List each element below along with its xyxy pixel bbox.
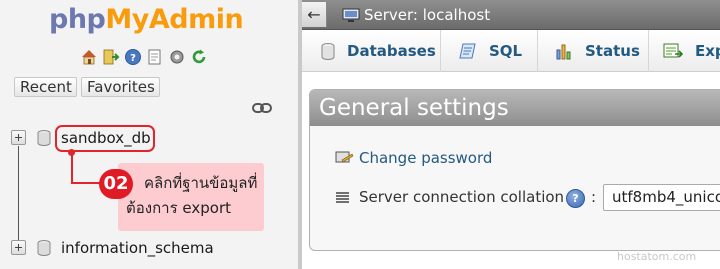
database-icon (37, 240, 51, 256)
tree-connector (18, 146, 19, 246)
nav-toolbar: ? (80, 48, 208, 68)
main-panel: ← Server: localhost Databases SQL Status… (302, 0, 720, 269)
settings-icon[interactable] (168, 48, 186, 66)
label-separator: : (591, 188, 597, 206)
callout-connector (71, 151, 73, 184)
tab-label: SQL (489, 42, 523, 60)
home-icon[interactable] (80, 48, 98, 66)
database-icon (321, 42, 335, 60)
status-chart-icon (556, 44, 571, 60)
docs-icon[interactable] (146, 48, 164, 66)
tab-export[interactable]: Exp (649, 30, 720, 72)
database-information-schema[interactable]: information_schema (61, 239, 214, 257)
change-password-link[interactable]: Change password (359, 148, 492, 168)
annotation-text: คลิกที่ฐานข้อมูลที่ต้องการ export (126, 174, 258, 217)
navigation-panel: phpMyAdmin ? Recent Favorites sandbox_db… (0, 0, 298, 269)
database-icon (37, 130, 51, 146)
step-badge: 02 (99, 169, 133, 199)
logo-part-php: php (49, 4, 106, 35)
tab-sql[interactable]: SQL (441, 30, 538, 72)
tab-status[interactable]: Status (538, 30, 649, 72)
tab-label: Exp (695, 42, 720, 60)
sql-icon (459, 43, 476, 59)
chain-link-icon[interactable] (252, 102, 272, 114)
help-icon[interactable]: ? (566, 189, 585, 208)
phpmyadmin-logo[interactable]: phpMyAdmin (49, 4, 244, 36)
server-icon (342, 8, 360, 22)
expand-sandbox-db-button[interactable] (11, 130, 26, 145)
favorites-button[interactable]: Favorites (81, 77, 160, 97)
export-icon (663, 43, 683, 58)
watermark: hostatom.com (617, 250, 697, 263)
logout-icon[interactable] (102, 48, 120, 66)
recent-button[interactable]: Recent (14, 77, 77, 97)
general-settings-panel: General settings Change password Server … (309, 89, 720, 251)
general-settings-title: General settings (310, 90, 720, 126)
svg-text:?: ? (130, 53, 136, 64)
server-breadcrumb[interactable]: Server: localhost (364, 5, 490, 25)
collation-select[interactable]: utf8mb4_unico (603, 184, 720, 211)
collation-label: Server connection collation (359, 188, 565, 206)
top-menu-tabs: Databases SQL Status Exp (302, 30, 720, 72)
expand-information-schema-button[interactable] (11, 240, 26, 255)
tab-databases[interactable]: Databases (302, 30, 441, 72)
tab-label: Status (585, 42, 640, 60)
annotation-callout: คลิกที่ฐานข้อมูลที่ต้องการ export (118, 163, 264, 231)
tab-label: Databases (347, 42, 436, 60)
help-icon[interactable]: ? (124, 48, 142, 66)
change-password-icon (335, 151, 354, 163)
collapse-nav-button[interactable]: ← (302, 2, 327, 27)
breadcrumb-bar: ← Server: localhost (302, 0, 720, 30)
logo-part-myadmin: MyAdmin (105, 4, 244, 35)
annotation-highlight (55, 125, 155, 152)
reload-icon[interactable] (190, 48, 208, 66)
collation-list-icon (336, 192, 349, 203)
